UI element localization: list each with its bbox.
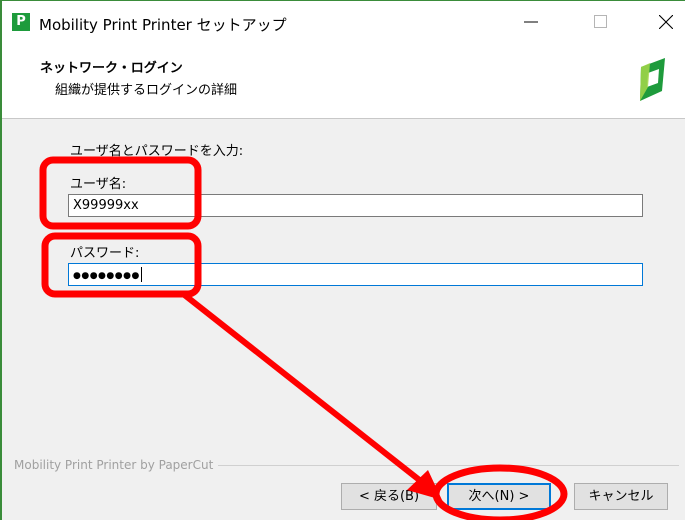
cancel-button[interactable]: キャンセル (574, 483, 668, 510)
window-title: Mobility Print Printer セットアップ (39, 16, 287, 34)
maximize-icon (594, 15, 607, 28)
username-label: ユーザ名: (70, 177, 127, 192)
wizard-header: ネットワーク・ログイン 組織が提供するログインの詳細 (2, 43, 685, 119)
next-button[interactable]: 次へ(N) > (447, 483, 551, 510)
text-caret (140, 267, 142, 282)
credentials-prompt: ユーザ名とパスワードを入力: (70, 144, 244, 159)
footer-brand: Mobility Print Printer by PaperCut (14, 458, 219, 472)
papercut-logo-icon (640, 58, 665, 101)
close-button[interactable] (642, 1, 685, 43)
title-bar[interactable]: P Mobility Print Printer セットアップ (2, 1, 685, 43)
minimize-button[interactable] (507, 1, 555, 43)
maximize-button[interactable] (577, 1, 625, 43)
username-field[interactable]: X99999xx (68, 194, 643, 217)
page-subtitle: 組織が提供するログインの詳細 (55, 83, 238, 98)
app-icon: P (12, 13, 30, 31)
close-icon (659, 15, 673, 29)
minimize-icon (524, 21, 538, 23)
page-title: ネットワーク・ログイン (40, 61, 183, 76)
password-field[interactable]: ●●●●●●●● (68, 263, 643, 286)
password-mask: ●●●●●●●● (73, 271, 140, 281)
setup-window: P Mobility Print Printer セットアップ ネットワーク・ロ… (0, 0, 685, 520)
back-button[interactable]: < 戻る(B) (341, 483, 437, 510)
password-label: パスワード: (70, 246, 140, 261)
